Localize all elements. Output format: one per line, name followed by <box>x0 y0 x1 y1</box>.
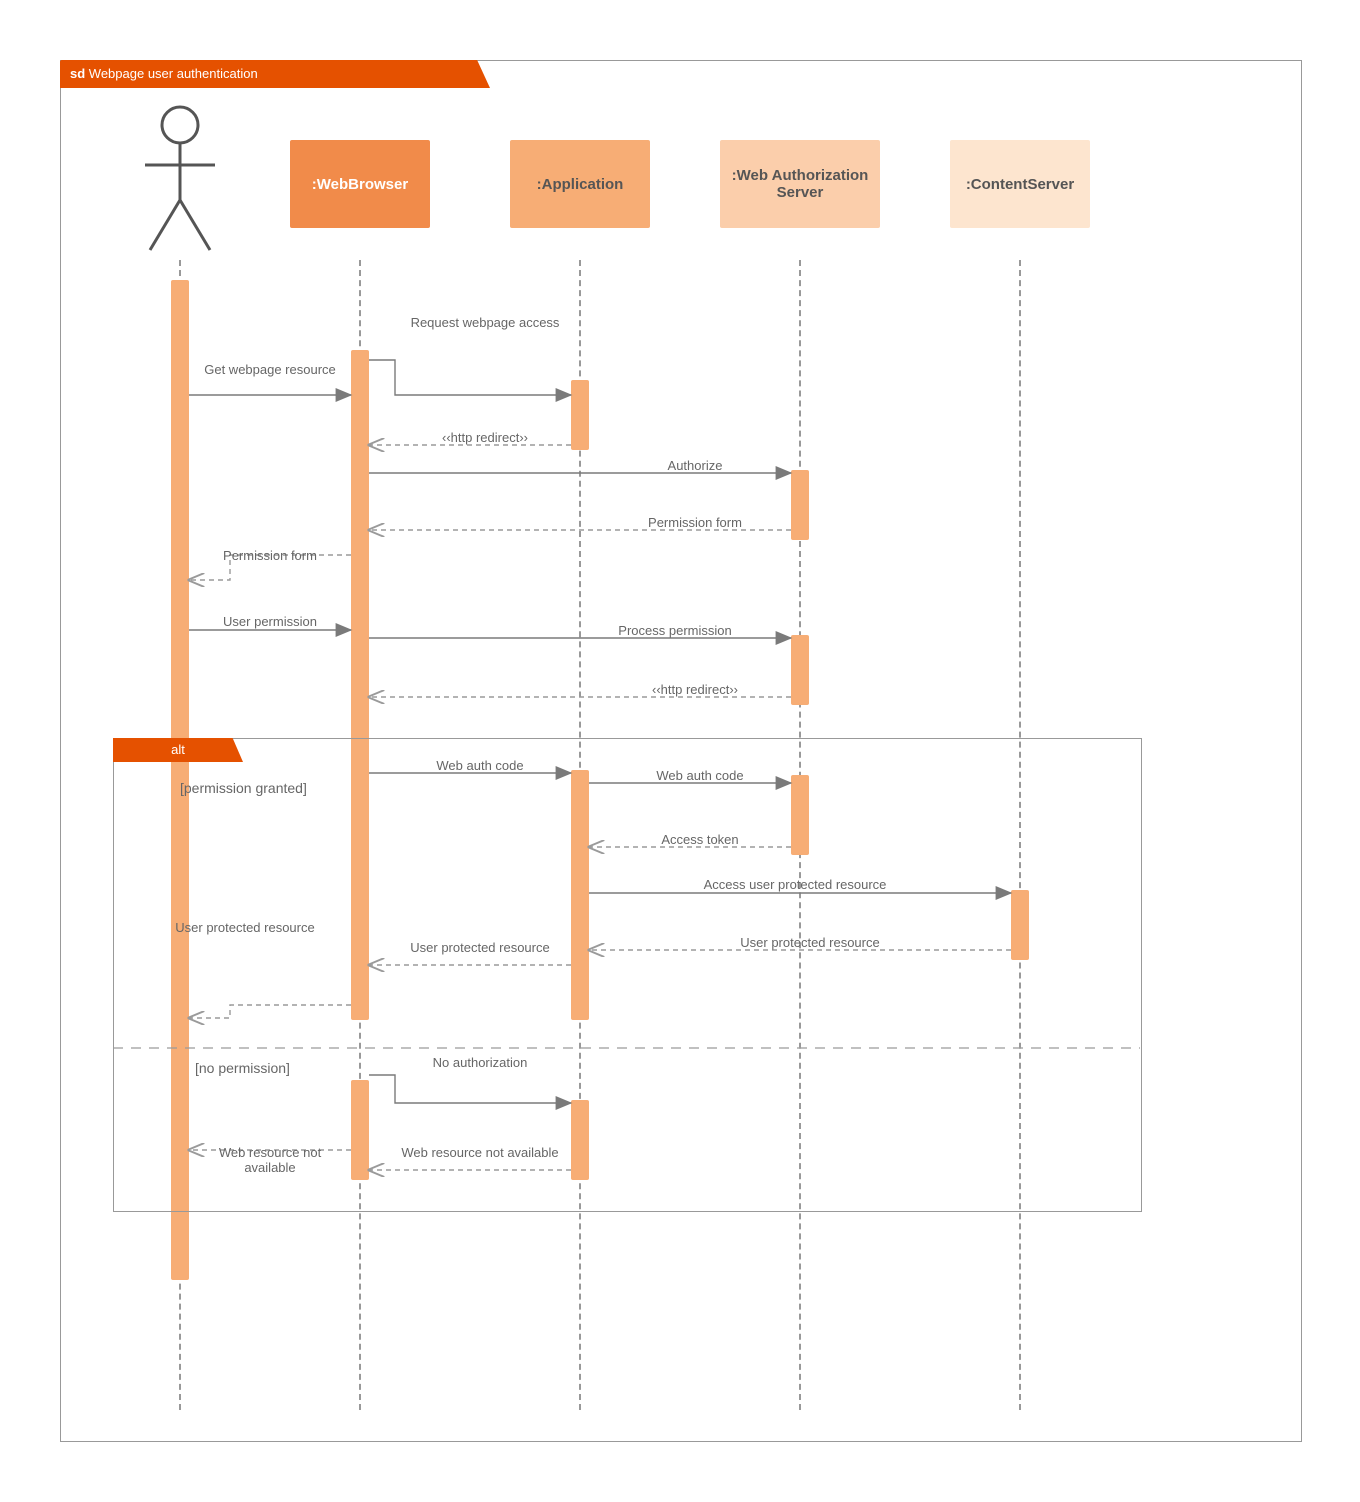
participant-content-server: :ContentServer <box>950 140 1090 228</box>
alt-guard-2: [no permission] <box>195 1060 290 1076</box>
participant-auth-server: :Web Authorization Server <box>720 140 880 228</box>
frame-title: sd Webpage user authentication <box>60 60 490 88</box>
alt-guard-1: [permission granted] <box>180 780 307 796</box>
actor-icon <box>130 100 230 260</box>
page: { "frame": { "stereo": "sd", "title": "W… <box>0 0 1360 1502</box>
participant-webbrowser: :WebBrowser <box>290 140 430 228</box>
alt-frame <box>113 738 1142 1212</box>
frame-title-text: Webpage user authentication <box>89 66 258 81</box>
activation-p3-b <box>791 635 809 705</box>
frame-stereo: sd <box>70 66 85 81</box>
alt-label: alt <box>113 738 243 762</box>
participant-application: :Application <box>510 140 650 228</box>
activation-p3-a <box>791 470 809 540</box>
activation-p2-a <box>571 380 589 450</box>
